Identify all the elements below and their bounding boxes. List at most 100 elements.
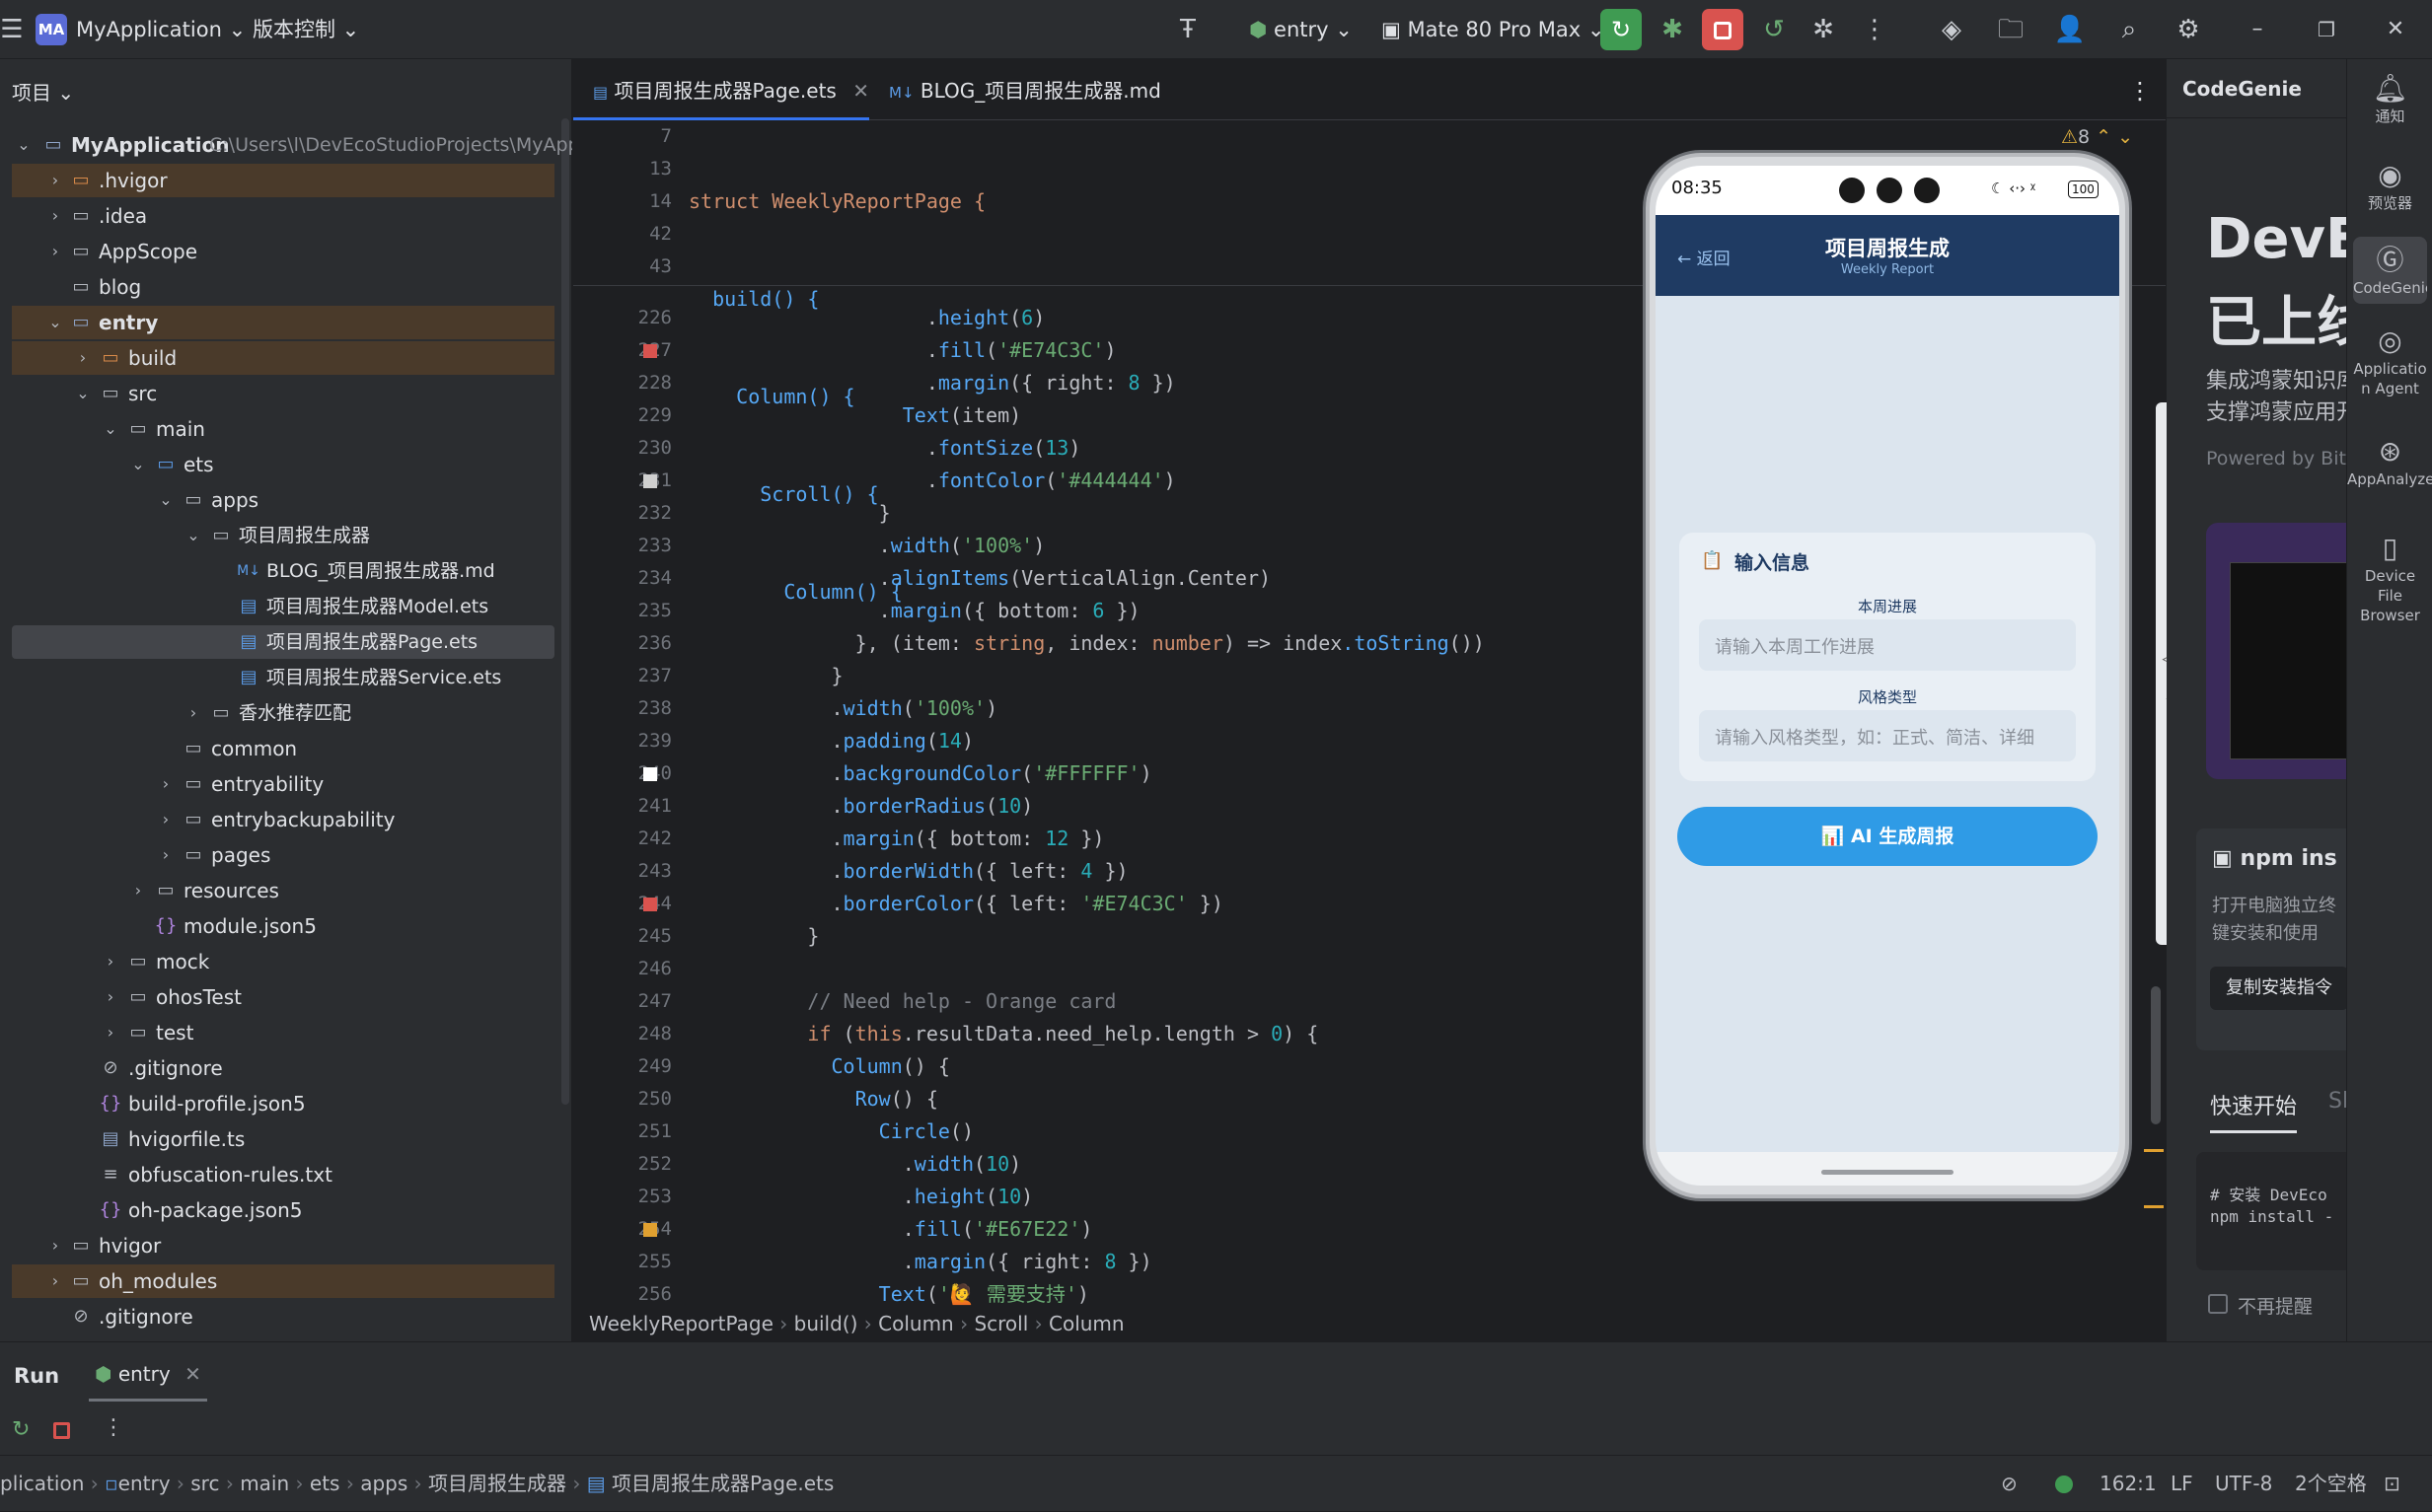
- attach-debugger-icon[interactable]: ✲: [1806, 12, 1841, 47]
- code-line[interactable]: Text(item): [689, 399, 1021, 432]
- code-line[interactable]: .fontSize(13): [689, 432, 1081, 465]
- tree-item[interactable]: › ▭ test: [12, 1016, 554, 1049]
- rerun-icon[interactable]: ↻: [1600, 9, 1642, 50]
- tree-item[interactable]: › ▭ ohosTest: [12, 980, 554, 1014]
- crumb[interactable]: Column: [1049, 1312, 1125, 1335]
- module-selector[interactable]: ⬢ entry ⌄: [1249, 0, 1353, 59]
- tree-item[interactable]: › ▭ oh_modules: [12, 1264, 554, 1298]
- run-tab-entry[interactable]: ⬢ entry ✕: [89, 1352, 207, 1402]
- tree-item[interactable]: {} oh-package.json5: [12, 1193, 554, 1227]
- tree-item[interactable]: › ▭ .hvigor: [12, 164, 554, 197]
- tree-item[interactable]: › ▭ 香水推荐匹配: [12, 696, 554, 730]
- crumb[interactable]: Column: [878, 1312, 954, 1335]
- tree-item[interactable]: ▭ common: [12, 732, 554, 765]
- tree-item[interactable]: ≡ obfuscation-rules.txt: [12, 1158, 554, 1191]
- tree-item[interactable]: {} module.json5: [12, 909, 554, 943]
- tree-item[interactable]: ▤ 项目周报生成器Model.ets: [12, 590, 554, 623]
- stop-icon[interactable]: [53, 1422, 70, 1439]
- previewer-button[interactable]: ◉ 预览器: [2347, 158, 2432, 213]
- code-line[interactable]: .width('100%'): [689, 692, 997, 725]
- tree-item[interactable]: › ▭ mock: [12, 945, 554, 978]
- code-line[interactable]: .alignItems(VerticalAlign.Center): [689, 562, 1271, 595]
- color-swatch-icon[interactable]: [643, 474, 657, 488]
- tree-item[interactable]: {} build-profile.json5: [12, 1087, 554, 1120]
- tree-item[interactable]: › ▭ entrybackupability: [12, 803, 554, 836]
- more-icon[interactable]: ⋮: [1857, 12, 1892, 47]
- tree-item[interactable]: › ▭ AppScope: [12, 235, 554, 268]
- code-line[interactable]: Circle(): [689, 1116, 974, 1148]
- tree-item[interactable]: ⌄ ▭ src: [12, 377, 554, 410]
- tree-item[interactable]: M↓ BLOG_项目周报生成器.md: [12, 554, 554, 588]
- code-line[interactable]: .margin({ right: 8 }): [689, 1246, 1152, 1278]
- code-line[interactable]: }: [689, 920, 819, 953]
- file-encoding[interactable]: UTF-8: [2215, 1456, 2272, 1512]
- crumb[interactable]: Scroll: [974, 1312, 1028, 1335]
- line-separator[interactable]: LF: [2171, 1456, 2193, 1512]
- appanalyzer-button[interactable]: ⊛ AppAnalyzer: [2347, 434, 2432, 489]
- tab-page-ets[interactable]: ▤ 项目周报生成器Page.ets ✕: [573, 61, 869, 120]
- close-icon[interactable]: ✕: [2378, 12, 2413, 47]
- search-icon[interactable]: ⌕: [2111, 12, 2147, 47]
- tree-item[interactable]: ⌄ ▭ ets: [12, 448, 554, 481]
- code-line[interactable]: .borderRadius(10): [689, 790, 1033, 823]
- tab-close-icon[interactable]: ✕: [852, 79, 869, 103]
- tree-root[interactable]: ⌄ ▭ MyApplication C:\Users\l\DevEcoStudioPr…: [12, 128, 572, 162]
- code-line[interactable]: Column() {: [689, 1050, 950, 1083]
- tree-item[interactable]: ⌄ ▭ 项目周报生成器: [12, 519, 554, 552]
- project-panel-header[interactable]: 项目 ⌄: [12, 77, 74, 106]
- tree-item[interactable]: › ▭ pages: [12, 838, 554, 872]
- tree-item[interactable]: ▤ hvigorfile.ts: [12, 1122, 554, 1156]
- code-line[interactable]: .margin({ bottom: 12 }): [689, 823, 1104, 855]
- home-indicator[interactable]: [1821, 1170, 1953, 1175]
- tabs-more-icon[interactable]: ⋮: [2128, 61, 2152, 120]
- project-switcher[interactable]: MyApplication ⌄: [76, 0, 246, 59]
- application-agent-button[interactable]: ◎ Application Agent: [2347, 324, 2432, 398]
- codegenie-button[interactable]: Ⓖ CodeGenie: [2353, 237, 2427, 304]
- tree-item[interactable]: ⌄ ▭ main: [12, 412, 554, 446]
- indent-setting[interactable]: 2个空格: [2295, 1456, 2367, 1512]
- code-line[interactable]: .margin({ bottom: 6 }): [689, 595, 1141, 627]
- code-line[interactable]: .backgroundColor('#FFFFFF'): [689, 757, 1151, 790]
- settings-icon[interactable]: ⚙: [2171, 12, 2206, 47]
- code-line[interactable]: .padding(14): [689, 725, 974, 757]
- code-line[interactable]: .height(6): [689, 302, 1045, 334]
- code-line[interactable]: // Need help - Orange card: [689, 985, 1116, 1018]
- device-file-browser-button[interactable]: ▯ Device File Browser: [2347, 531, 2432, 625]
- dont-remind-checkbox[interactable]: [2208, 1294, 2228, 1314]
- readonly-icon[interactable]: ⊘: [2001, 1456, 2018, 1512]
- status-ok-icon[interactable]: [2055, 1476, 2073, 1493]
- tree-item-selected[interactable]: ▤ 项目周报生成器Page.ets: [12, 625, 554, 659]
- tree-item[interactable]: ⊘ .gitignore: [12, 1300, 554, 1333]
- tree-item[interactable]: › ▭ hvigor: [12, 1229, 554, 1262]
- debug-icon[interactable]: ✱: [1655, 12, 1690, 47]
- crumb[interactable]: WeeklyReportPage: [589, 1312, 774, 1335]
- color-swatch-icon[interactable]: [643, 1223, 657, 1237]
- lock-icon[interactable]: ⊡: [2384, 1456, 2400, 1512]
- tab-blog-md[interactable]: M↓ BLOG_项目周报生成器.md: [879, 61, 1161, 120]
- tree-item[interactable]: › ▭ build: [12, 341, 554, 375]
- color-swatch-icon[interactable]: [643, 898, 657, 911]
- color-swatch-icon[interactable]: [643, 344, 657, 358]
- tree-item[interactable]: › ▭ resources: [12, 874, 554, 907]
- code-line[interactable]: .width(10): [689, 1148, 1021, 1181]
- apply-changes-icon[interactable]: ↺: [1756, 12, 1792, 47]
- codelinter-icon[interactable]: Ŧ: [1170, 12, 1206, 47]
- tree-item[interactable]: ⌄ ▭ entry: [12, 306, 554, 339]
- tree-item[interactable]: › ▭ entryability: [12, 767, 554, 801]
- code-line[interactable]: }: [689, 660, 843, 692]
- stop-button[interactable]: [1702, 9, 1743, 50]
- code-line[interactable]: .margin({ right: 8 }): [689, 367, 1176, 399]
- code-line[interactable]: .height(10): [689, 1181, 1033, 1213]
- tree-item[interactable]: ▤ 项目周报生成器Service.ets: [12, 661, 554, 694]
- code-line[interactable]: Text('🙋 需要支持'): [689, 1278, 1089, 1311]
- caret-position[interactable]: 162:1: [2100, 1456, 2157, 1512]
- code-line[interactable]: .width('100%'): [689, 530, 1046, 562]
- vcs-menu[interactable]: 版本控制 ⌄: [253, 0, 359, 59]
- code-line[interactable]: .borderWidth({ left: 4 }): [689, 855, 1128, 888]
- code-line[interactable]: }, (item: string, index: number) => inde…: [689, 627, 1485, 660]
- tree-item[interactable]: ⌄ ▭ apps: [12, 483, 554, 517]
- profiler-icon[interactable]: ◈: [1934, 12, 1969, 47]
- tree-item[interactable]: ▭ blog: [12, 270, 554, 304]
- copy-install-button[interactable]: 复制安装指令: [2210, 967, 2348, 1010]
- code-line[interactable]: if (this.resultData.need_help.length > 0…: [689, 1018, 1318, 1050]
